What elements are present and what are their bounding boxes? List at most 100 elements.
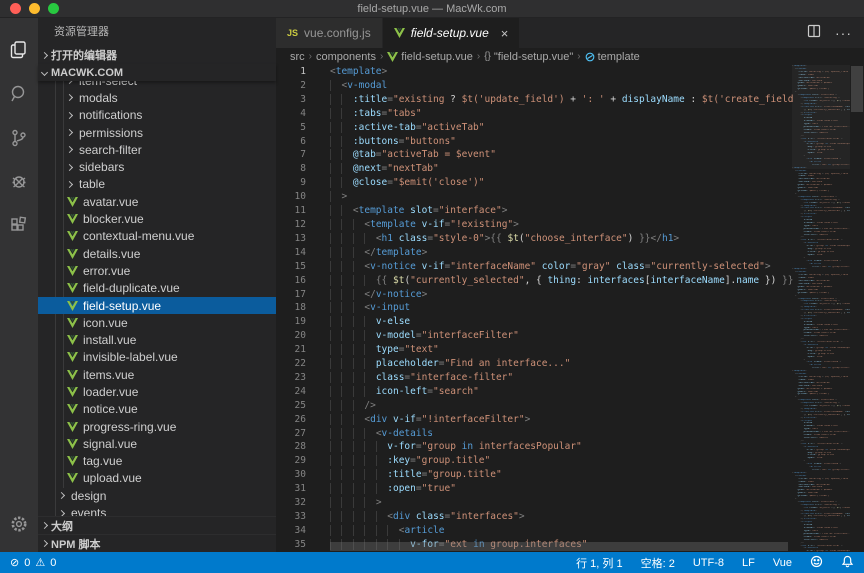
status-item[interactable]: 空格: 2: [641, 555, 675, 571]
scrollbar-slider[interactable]: [851, 66, 863, 112]
tree-item-permissions[interactable]: permissions: [38, 124, 276, 141]
code-line[interactable]: 5 :active-tab="activeTab": [276, 121, 792, 135]
code-line[interactable]: 4 :tabs="tabs": [276, 107, 792, 121]
code-line[interactable]: 17 </v-notice>: [276, 288, 792, 302]
code-line[interactable]: 31 :open="true": [276, 482, 792, 496]
code-line[interactable]: 34 <article: [276, 524, 792, 538]
breadcrumb-item[interactable]: {}"field-setup.vue": [484, 51, 573, 63]
code-line[interactable]: 30 :title="group.title": [276, 468, 792, 482]
code-line[interactable]: 6 :buttons="buttons": [276, 135, 792, 149]
status-item[interactable]: 行 1, 列 1: [576, 555, 622, 571]
code-line[interactable]: 27 <v-details: [276, 427, 792, 441]
tree-item-table[interactable]: table: [38, 176, 276, 193]
code-line[interactable]: 26 <div v-if="!interfaceFilter">: [276, 413, 792, 427]
notifications-bell-icon[interactable]: [841, 555, 854, 571]
minimap[interactable]: <template> <v-modal :title="existing ? $…: [792, 65, 850, 552]
tree-item-field-setup-vue[interactable]: field-setup.vue: [38, 297, 276, 314]
breadcrumb-item[interactable]: components: [316, 51, 376, 63]
tree-item-invisible-label-vue[interactable]: invisible-label.vue: [38, 349, 276, 366]
code-line[interactable]: 33 <div class="interfaces">: [276, 510, 792, 524]
code-line[interactable]: 21 type="text": [276, 343, 792, 357]
tree-item-field-duplicate-vue[interactable]: field-duplicate.vue: [38, 280, 276, 297]
open-editors-section[interactable]: 打开的编辑器: [38, 46, 276, 64]
tree-item-notifications[interactable]: notifications: [38, 107, 276, 124]
code-line[interactable]: 13 <h1 class="style-0">{{ $t("choose_int…: [276, 232, 792, 246]
code-line[interactable]: 15 <v-notice v-if="interfaceName" color=…: [276, 260, 792, 274]
code-line[interactable]: 2 <v-modal: [276, 79, 792, 93]
tree-item-progress-ring-vue[interactable]: progress-ring.vue: [38, 418, 276, 435]
tree-item-contextual-menu-vue[interactable]: contextual-menu.vue: [38, 228, 276, 245]
tree-item-design[interactable]: design: [38, 487, 276, 504]
outline-section[interactable]: 大纲: [38, 516, 276, 534]
code-line[interactable]: 18 <v-input: [276, 301, 792, 315]
project-section-header[interactable]: MACWK.COM: [38, 64, 276, 81]
code-line[interactable]: 12 <template v-if="!existing">: [276, 218, 792, 232]
code-line[interactable]: 25 />: [276, 399, 792, 413]
tree-item-signal-vue[interactable]: signal.vue: [38, 435, 276, 452]
status-item[interactable]: Vue: [773, 557, 792, 569]
code-line[interactable]: 32 >: [276, 496, 792, 510]
feedback-smiley-icon[interactable]: [810, 555, 823, 571]
code-line[interactable]: 9 @close="$emit('close')": [276, 176, 792, 190]
tree-item-blocker-vue[interactable]: blocker.vue: [38, 210, 276, 227]
code-line[interactable]: 28 v-for="group in interfacesPopular": [276, 440, 792, 454]
vertical-scrollbar[interactable]: [850, 65, 864, 552]
errors-icon[interactable]: ⊘: [10, 556, 19, 569]
code-line[interactable]: 3 :title="existing ? $t('update_field') …: [276, 93, 792, 107]
breadcrumb-item[interactable]: src: [290, 51, 305, 63]
code-line[interactable]: 8 @next="nextTab": [276, 162, 792, 176]
split-editor-icon[interactable]: [807, 24, 821, 43]
tree-item-icon-vue[interactable]: icon.vue: [38, 314, 276, 331]
tree-item-error-vue[interactable]: error.vue: [38, 262, 276, 279]
close-tab-icon[interactable]: ×: [501, 27, 509, 40]
code-line[interactable]: 29 :key="group.title": [276, 454, 792, 468]
explorer-icon[interactable]: [0, 28, 38, 72]
tree-item-upload-vue[interactable]: upload.vue: [38, 470, 276, 487]
warnings-count[interactable]: 0: [50, 557, 56, 569]
code-line[interactable]: 11 <template slot="interface">: [276, 204, 792, 218]
warnings-icon[interactable]: ⚠: [35, 556, 45, 569]
settings-gear-icon[interactable]: [0, 502, 38, 546]
tree-item-sidebars[interactable]: sidebars: [38, 158, 276, 175]
tree-item-loader-vue[interactable]: loader.vue: [38, 383, 276, 400]
editor-tab-field-setup-vue[interactable]: field-setup.vue ×: [383, 18, 521, 48]
tree-item-search-filter[interactable]: search-filter: [38, 141, 276, 158]
editor-tab-vue-config-js[interactable]: JSvue.config.js: [276, 18, 383, 48]
npm-scripts-section[interactable]: NPM 脚本: [38, 534, 276, 552]
status-item[interactable]: LF: [742, 557, 755, 569]
code-line[interactable]: 20 v-model="interfaceFilter": [276, 329, 792, 343]
code-line[interactable]: 16 {{ $t("currently_selected", { thing: …: [276, 274, 792, 288]
vue-file-icon: [67, 404, 78, 414]
extensions-icon[interactable]: [0, 204, 38, 248]
tree-item-install-vue[interactable]: install.vue: [38, 331, 276, 348]
code-line[interactable]: 14 </template>: [276, 246, 792, 260]
code-line[interactable]: 22 placeholder="Find an interface...": [276, 357, 792, 371]
tree-item-item-select[interactable]: item-select: [38, 81, 276, 89]
more-actions-icon[interactable]: ···: [835, 25, 852, 41]
tree-item-modals[interactable]: modals: [38, 89, 276, 106]
tree-item-items-vue[interactable]: items.vue: [38, 366, 276, 383]
errors-count[interactable]: 0: [24, 557, 30, 569]
tree-item-details-vue[interactable]: details.vue: [38, 245, 276, 262]
tree-item-avatar-vue[interactable]: avatar.vue: [38, 193, 276, 210]
code-line[interactable]: 19 v-else: [276, 315, 792, 329]
breadcrumb-item[interactable]: template: [585, 51, 640, 63]
tree-item-label: contextual-menu.vue: [83, 229, 194, 243]
search-icon[interactable]: [0, 72, 38, 116]
tree-item-label: modals: [79, 91, 118, 105]
status-item[interactable]: UTF-8: [693, 557, 724, 569]
code-line[interactable]: 1<template>: [276, 65, 792, 79]
code-line[interactable]: 7 @tab="activeTab = $event": [276, 148, 792, 162]
horizontal-scrollbar[interactable]: [330, 542, 788, 551]
code-line[interactable]: 23 class="interface-filter": [276, 371, 792, 385]
debug-icon[interactable]: [0, 160, 38, 204]
code-editor[interactable]: 1<template>2 <v-modal3 :title="existing …: [276, 65, 864, 552]
code-line[interactable]: 10 >: [276, 190, 792, 204]
tree-item-notice-vue[interactable]: notice.vue: [38, 401, 276, 418]
tree-item-events[interactable]: events: [38, 504, 276, 516]
tab-label: field-setup.vue: [411, 26, 489, 40]
tree-item-tag-vue[interactable]: tag.vue: [38, 453, 276, 470]
code-line[interactable]: 24 icon-left="search": [276, 385, 792, 399]
source-control-icon[interactable]: [0, 116, 38, 160]
breadcrumb-item[interactable]: field-setup.vue: [387, 51, 473, 63]
